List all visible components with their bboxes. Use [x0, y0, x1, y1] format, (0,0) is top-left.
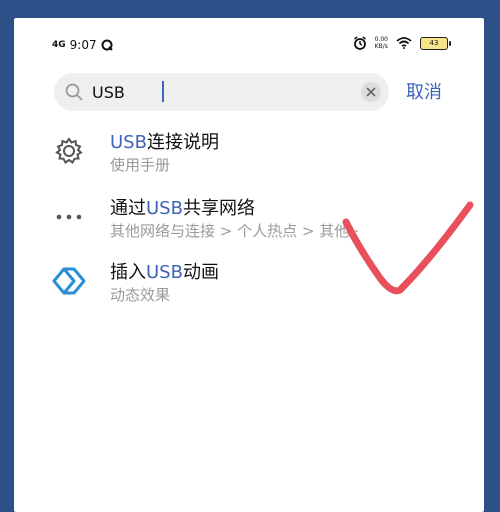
- search-result-usb-animation[interactable]: 插入USB动画 动态效果: [14, 258, 484, 318]
- result-subtitle: 其他网络与连接 > 个人热点 > 其他··: [110, 222, 359, 240]
- status-bar: 4G 9:07 0.00 KB/s 43: [14, 18, 484, 64]
- wifi-icon: [396, 37, 412, 49]
- search-icon: [65, 83, 83, 101]
- highlight-text: USB: [146, 198, 183, 219]
- search-result-usb-tethering[interactable]: 通过USB共享网络 其他网络与连接 > 个人热点 > 其他··: [14, 194, 484, 254]
- result-title: 通过USB共享网络: [110, 198, 255, 219]
- battery-icon: 43: [420, 36, 451, 50]
- battery-level: 43: [429, 38, 439, 47]
- result-title: 插入USB动画: [110, 262, 219, 283]
- result-subtitle: 动态效果: [110, 286, 171, 304]
- phone-screen: 4G 9:07 0.00 KB/s 43 USB 取消 USB连接说明 使用手册…: [14, 18, 484, 512]
- diamond-animation-icon: [52, 264, 86, 298]
- clear-search-button[interactable]: [361, 82, 381, 102]
- result-subtitle: 使用手册: [110, 156, 171, 174]
- highlight-text: USB: [110, 132, 147, 153]
- network-speed: 0.00 KB/s: [375, 36, 388, 50]
- status-time: 9:07: [69, 38, 97, 52]
- result-title: USB连接说明: [110, 132, 219, 153]
- text-cursor: [162, 81, 164, 102]
- speed-unit: KB/s: [374, 43, 388, 50]
- search-input[interactable]: [92, 79, 342, 105]
- gear-icon: [52, 134, 86, 168]
- search-bar[interactable]: [54, 73, 389, 111]
- status-right: 0.00 KB/s 43: [353, 36, 451, 50]
- app-notification-icon: [101, 39, 113, 51]
- close-icon: [366, 87, 376, 97]
- alarm-icon: [353, 36, 366, 50]
- cancel-button[interactable]: 取消: [406, 78, 442, 104]
- photo-frame: 4G 9:07 0.00 KB/s 43 USB 取消 USB连接说明 使用手册…: [0, 0, 500, 512]
- status-left: 4G 9:07: [52, 38, 113, 52]
- speed-value: 0.00: [374, 36, 388, 43]
- more-dots-icon: [52, 200, 86, 234]
- signal-indicator: 4G: [52, 39, 66, 50]
- highlight-text: USB: [146, 262, 183, 283]
- search-result-usb-connection[interactable]: USB连接说明 使用手册: [14, 128, 484, 188]
